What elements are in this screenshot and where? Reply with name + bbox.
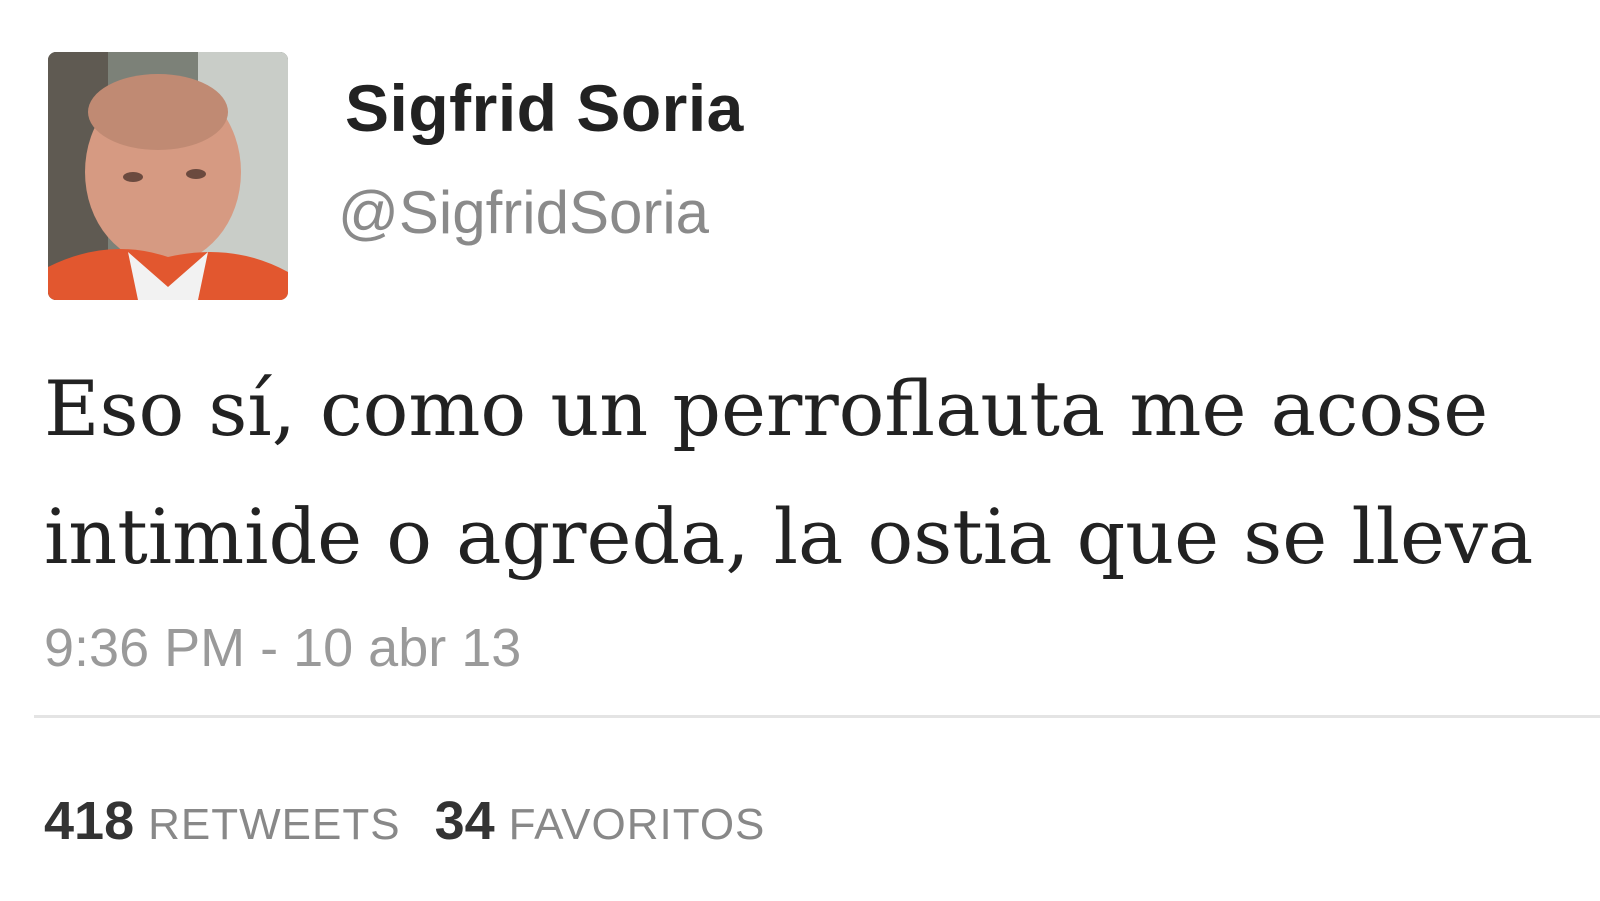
retweets-stat[interactable]: 418 RETWEETS [44, 790, 401, 852]
tweet-card: Sigfrid Soria @SigfridSoria Eso sí, como… [0, 0, 1600, 901]
tweet-stats: 418 RETWEETS 34 FAVORITOS [44, 790, 799, 852]
divider [34, 715, 1600, 718]
user-handle[interactable]: @SigfridSoria [338, 178, 709, 247]
tweet-text: Eso sí, como un perroflauta me acose int… [44, 345, 1600, 601]
favorites-stat[interactable]: 34 FAVORITOS [435, 790, 766, 852]
tweet-text-line: intimide o agreda, la ostia que se lleva [44, 492, 1534, 581]
retweets-count: 418 [44, 791, 135, 851]
tweet-timestamp[interactable]: 9:36 PM - 10 abr 13 [44, 617, 521, 679]
favorites-count: 34 [434, 791, 495, 851]
avatar-photo [48, 52, 288, 300]
avatar[interactable] [48, 52, 288, 300]
display-name[interactable]: Sigfrid Soria [345, 70, 744, 146]
tweet-text-line: Eso sí, como un perroflauta me acose [44, 364, 1489, 453]
favorites-label: FAVORITOS [508, 800, 766, 849]
retweets-label: RETWEETS [148, 800, 401, 849]
